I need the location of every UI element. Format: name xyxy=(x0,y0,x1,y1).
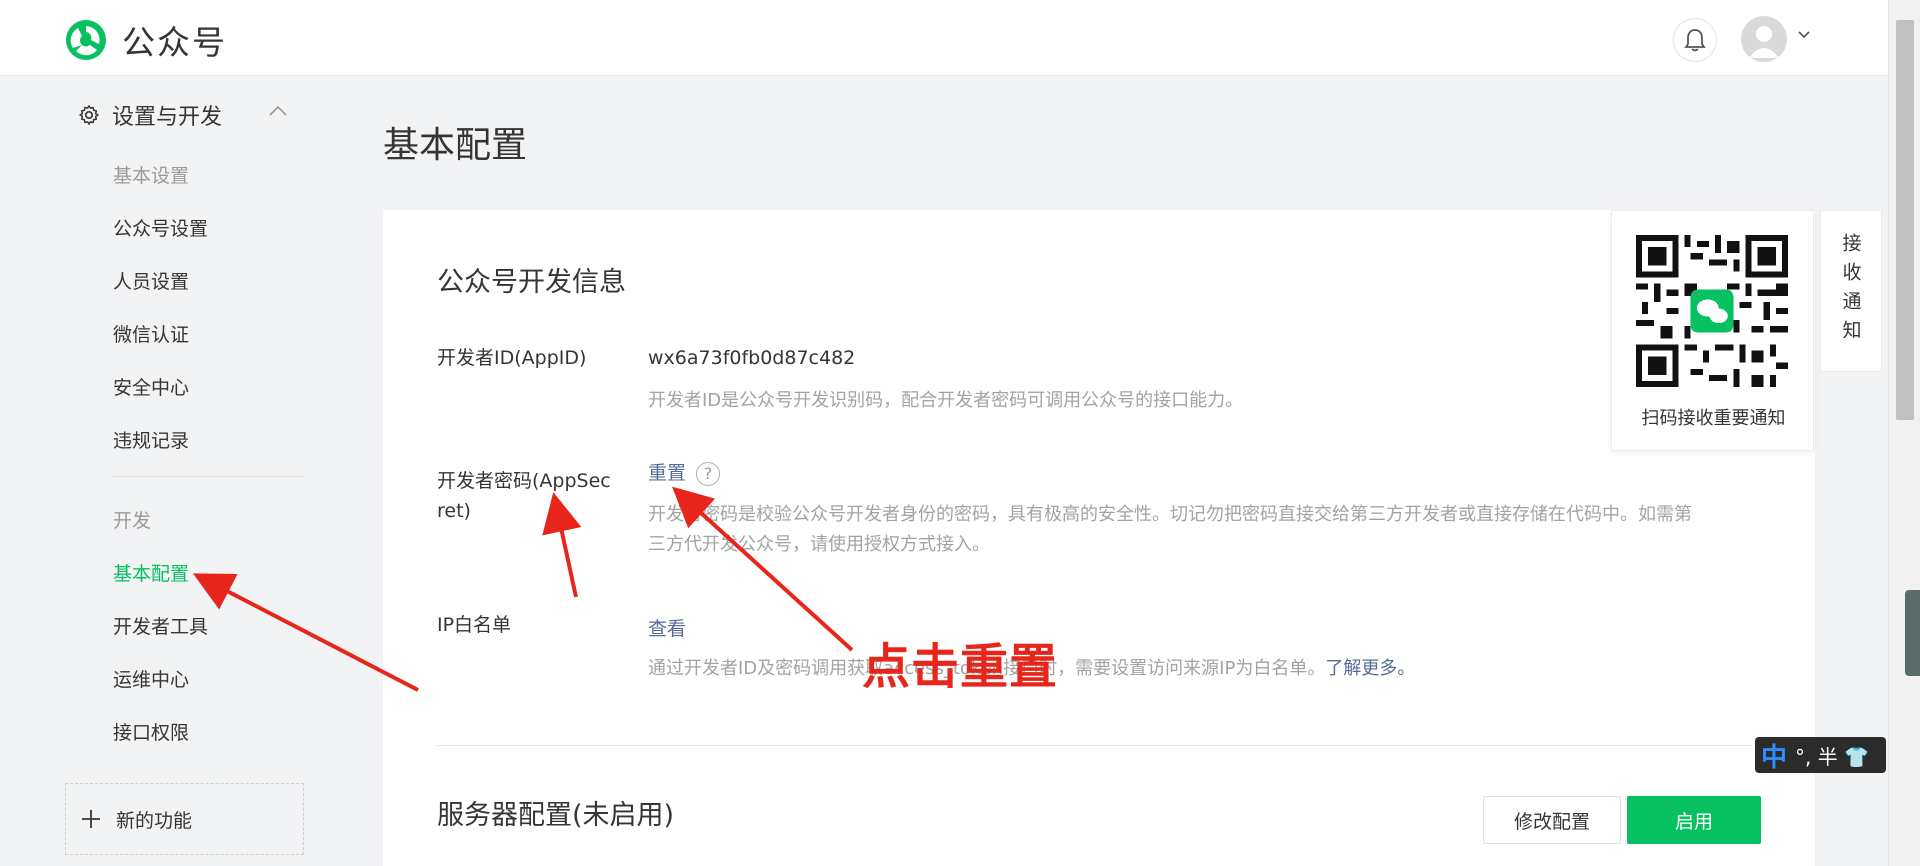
question-mark-icon[interactable]: ? xyxy=(696,461,721,486)
wechat-official-logo-icon xyxy=(66,20,106,60)
page-title: 基本配置 xyxy=(383,125,528,166)
sidebar-item-dev-tools[interactable]: 开发者工具 xyxy=(113,612,208,639)
appsecret-actions: 重置? xyxy=(648,458,721,486)
user-avatar-icon xyxy=(1749,26,1779,58)
qr-caption: 扫码接收重要通知 xyxy=(1641,408,1786,429)
new-feature-label: 新的功能 xyxy=(116,809,193,832)
sidebar-section-label: 设置与开发 xyxy=(112,105,223,130)
chevron-up-icon[interactable] xyxy=(268,105,288,117)
view-ip-whitelist-link[interactable]: 查看 xyxy=(648,618,686,640)
annotation-text: 点击重置 xyxy=(862,639,1059,695)
ime-mode[interactable]: 中 xyxy=(1761,737,1787,774)
sidebar-group-basic-settings: 基本设置 xyxy=(113,165,190,187)
reset-secret-link[interactable]: 重置 xyxy=(648,462,686,484)
sidebar-section-settings-dev[interactable]: 设置与开发 xyxy=(78,99,222,131)
appsecret-label: 开发者密码(AppSec ret) xyxy=(437,466,611,526)
page-scrollbar[interactable] xyxy=(1888,0,1920,866)
section-title-dev-info: 公众号开发信息 xyxy=(437,267,626,298)
sidebar-item-violation-records[interactable]: 违规记录 xyxy=(113,426,189,453)
section-divider xyxy=(437,745,1753,746)
sidebar-item-api-permissions[interactable]: 接口权限 xyxy=(113,718,189,745)
appsecret-desc-line-2: 三方代开发公众号，请使用授权方式接入。 xyxy=(648,534,990,555)
receive-notify-label: 接收通知 xyxy=(1839,233,1862,349)
sidebar-item-security-center[interactable]: 安全中心 xyxy=(113,373,189,400)
appid-value: wx6a73f0fb0d87c482 xyxy=(648,347,856,369)
appsecret-label-line-1: 开发者密码(AppSec xyxy=(437,470,611,492)
appsecret-label-line-2: ret) xyxy=(437,500,471,522)
appsecret-desc-line-1: 开发者密码是校验公众号开发者身份的密码，具有极高的安全性。切记勿把密码直接交给第… xyxy=(648,504,1692,525)
sidebar-item-wechat-verify[interactable]: 微信认证 xyxy=(113,320,189,347)
user-avatar[interactable] xyxy=(1741,16,1787,62)
sidebar-divider xyxy=(113,476,303,477)
sidebar-item-basic-config[interactable]: 基本配置 xyxy=(113,559,189,586)
ime-options[interactable]: °, 半 👕 xyxy=(1795,741,1869,770)
appid-desc: 开发者ID是公众号开发识别码，配合开发者密码可调用公众号的接口能力。 xyxy=(648,390,1244,411)
ime-toolbar[interactable]: 中 °, 半 👕 xyxy=(1755,737,1886,773)
enable-button[interactable]: 启用 xyxy=(1627,796,1761,844)
sidebar-item-ops-center[interactable]: 运维中心 xyxy=(113,665,189,692)
gear-icon xyxy=(79,105,99,125)
floating-side-widget[interactable] xyxy=(1905,590,1920,676)
appsecret-desc: 开发者密码是校验公众号开发者身份的密码，具有极高的安全性。切记勿把密码直接交给第… xyxy=(648,500,1692,560)
new-feature-button[interactable]: 新的功能 xyxy=(65,783,304,855)
section-title-server-config: 服务器配置(未启用) xyxy=(437,800,675,831)
ip-whitelist-label: IP白名单 xyxy=(437,614,512,636)
chevron-down-icon[interactable] xyxy=(1797,30,1811,40)
appid-label: 开发者ID(AppID) xyxy=(437,347,587,369)
ip-whitelist-actions: 查看 xyxy=(648,614,686,641)
sidebar: 设置与开发 基本设置 公众号设置 人员设置 微信认证 安全中心 违规记录 开发 … xyxy=(0,77,360,866)
notification-button[interactable] xyxy=(1673,18,1717,62)
qr-notify-panel: 扫码接收重要通知 xyxy=(1611,210,1814,451)
receive-notify-tab[interactable]: 接收通知 xyxy=(1820,210,1882,372)
brand-name: 公众号 xyxy=(122,23,227,62)
bell-icon xyxy=(1684,29,1706,52)
modify-config-button[interactable]: 修改配置 xyxy=(1483,796,1621,844)
brand[interactable]: 公众号 xyxy=(64,16,227,64)
sidebar-group-dev: 开发 xyxy=(113,510,152,532)
top-bar: 公众号 xyxy=(0,0,1888,76)
learn-more-link[interactable]: 了解更多。 xyxy=(1325,658,1415,679)
qr-code-icon xyxy=(1636,235,1788,387)
sidebar-item-staff-settings[interactable]: 人员设置 xyxy=(113,267,189,294)
sidebar-item-account-settings[interactable]: 公众号设置 xyxy=(113,214,208,241)
plus-icon xyxy=(82,810,100,828)
scrollbar-thumb[interactable] xyxy=(1896,20,1914,420)
